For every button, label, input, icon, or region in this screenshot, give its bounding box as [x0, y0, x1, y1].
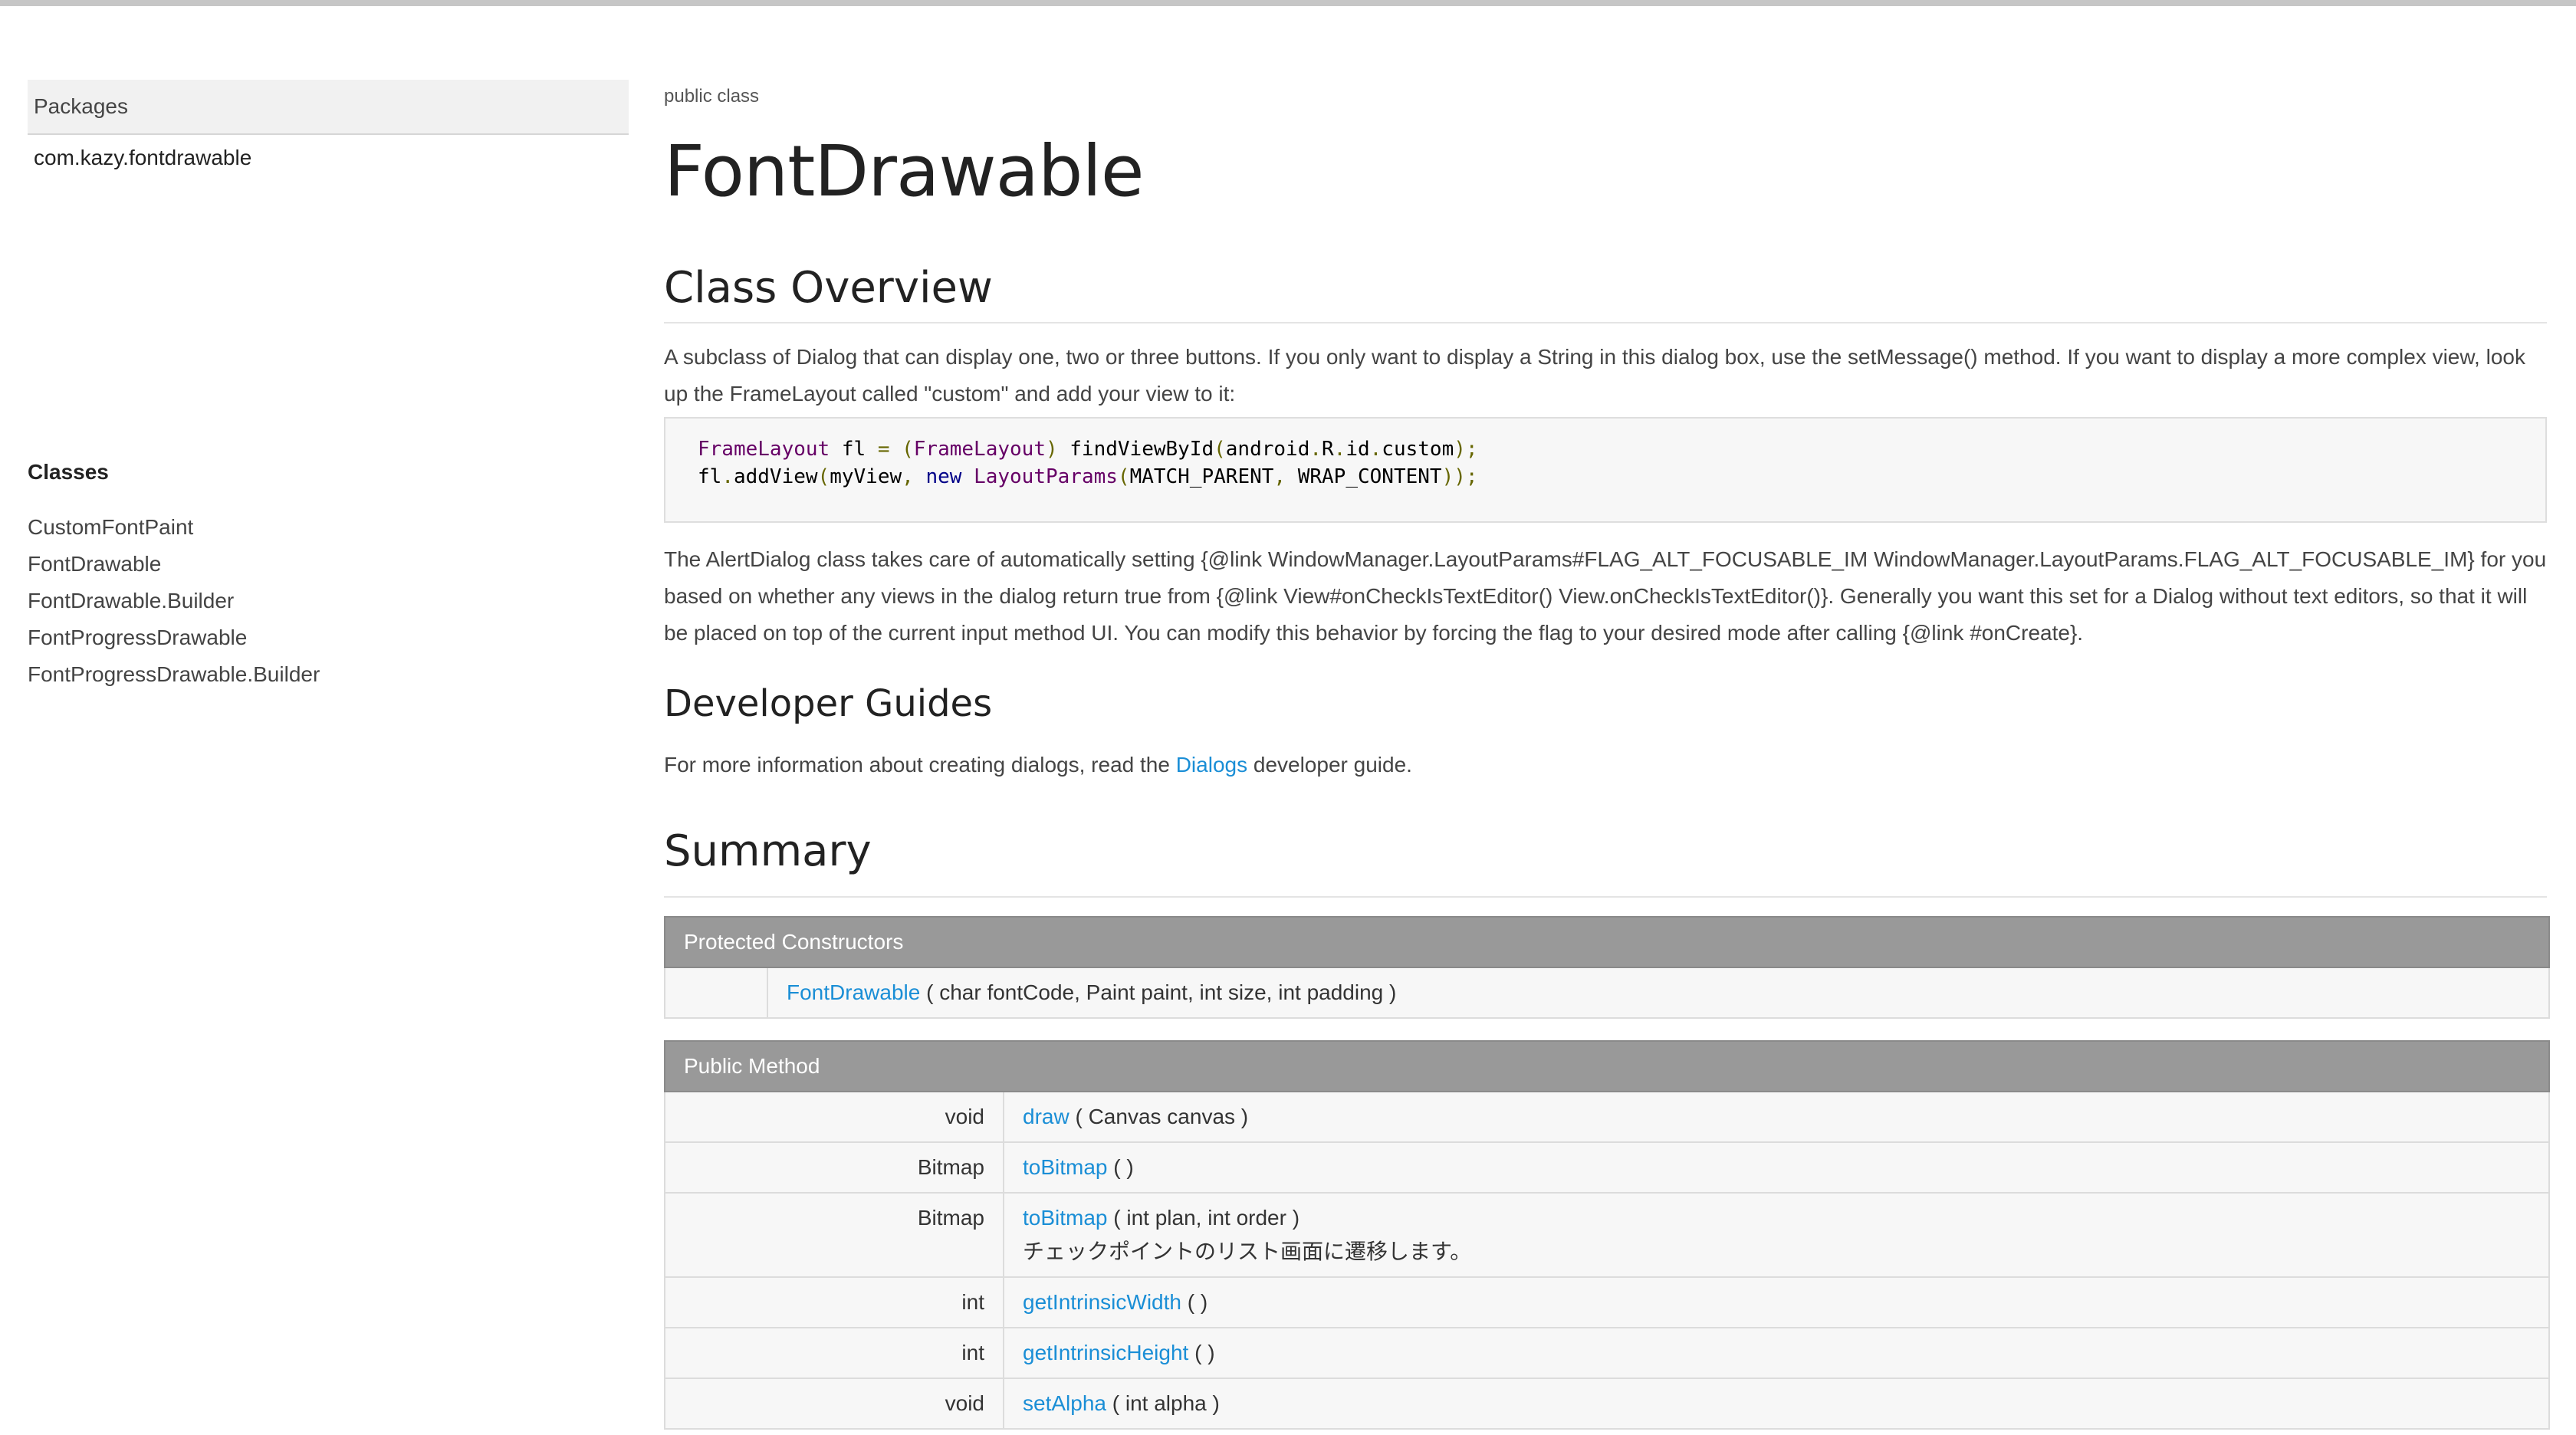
class-link-fontdrawable[interactable]: FontDrawable	[28, 546, 320, 583]
summary-heading: Summary	[664, 826, 2547, 898]
code-token: ));	[1441, 465, 1478, 488]
table-row: Bitmap toBitmap ( )	[664, 1141, 2550, 1194]
code-token: FrameLayout	[913, 438, 1046, 461]
class-link-fontdrawable-builder[interactable]: FontDrawable.Builder	[28, 583, 320, 619]
packages-header: Packages	[28, 80, 629, 135]
doc-page: Packages com.kazy.fontdrawable Classes C…	[0, 0, 2576, 1435]
class-list: CustomFontPaint FontDrawable FontDrawabl…	[28, 509, 320, 693]
sidebar: Packages com.kazy.fontdrawable	[28, 80, 629, 176]
method-link-setalpha[interactable]: setAlpha	[1023, 1391, 1106, 1415]
code-token: (	[1214, 438, 1226, 461]
public-methods-table: Public Method void draw ( Canvas canvas …	[664, 1040, 2550, 1430]
table-row: int getIntrinsicWidth ( )	[664, 1276, 2550, 1328]
class-link-fontprogressdrawable[interactable]: FontProgressDrawable	[28, 619, 320, 656]
code-token: R	[1322, 438, 1334, 461]
method-link-getintrinsicwidth[interactable]: getIntrinsicWidth	[1023, 1290, 1181, 1314]
package-link-com-kazy-fontdrawable[interactable]: com.kazy.fontdrawable	[28, 140, 629, 176]
public-methods-header: Public Method	[664, 1040, 2550, 1092]
code-example: FrameLayout fl = (FrameLayout) findViewB…	[664, 417, 2547, 523]
code-token: fl	[830, 438, 878, 461]
classes-title: Classes	[28, 460, 109, 484]
window-top-border	[0, 0, 2576, 6]
code-token: addView	[733, 465, 818, 488]
code-token: custom	[1382, 438, 1454, 461]
method-params: ( )	[1188, 1341, 1215, 1364]
code-token: fl	[698, 465, 722, 488]
code-token: MATCH_PARENT	[1129, 465, 1274, 488]
method-signature-cell: toBitmap ( )	[1003, 1141, 2550, 1194]
method-link-getintrinsicheight[interactable]: getIntrinsicHeight	[1023, 1341, 1188, 1364]
method-params: ( int plan, int order )	[1107, 1206, 1300, 1230]
method-signature-cell: getIntrinsicWidth ( )	[1003, 1276, 2550, 1328]
method-signature-cell: getIntrinsicHeight ( )	[1003, 1327, 2550, 1379]
constructor-modifier-cell	[664, 967, 768, 1019]
method-return-type: Bitmap	[664, 1192, 1004, 1278]
class-link-customfontpaint[interactable]: CustomFontPaint	[28, 509, 320, 546]
method-return-type: int	[664, 1327, 1004, 1379]
method-signature-cell: draw ( Canvas canvas )	[1003, 1091, 2550, 1143]
table-row: FontDrawable ( char fontCode, Paint pain…	[664, 967, 2550, 1019]
code-token: FrameLayout	[698, 438, 830, 461]
method-link-draw[interactable]: draw	[1023, 1105, 1070, 1128]
code-token: (	[1117, 465, 1130, 488]
developer-guides-heading: Developer Guides	[664, 682, 993, 725]
code-token: (	[817, 465, 830, 488]
method-params: ( )	[1107, 1155, 1134, 1179]
guides-paragraph: For more information about creating dial…	[664, 747, 2547, 783]
code-token: );	[1454, 438, 1478, 461]
table-row: void setAlpha ( int alpha )	[664, 1378, 2550, 1430]
method-signature-cell: setAlpha ( int alpha )	[1003, 1378, 2550, 1430]
method-return-type: void	[664, 1378, 1004, 1430]
guides-text-after: developer guide.	[1247, 753, 1412, 777]
method-return-type: void	[664, 1091, 1004, 1143]
class-overview-heading: Class Overview	[664, 263, 2547, 323]
constructor-params: ( char fontCode, Paint paint, int size, …	[920, 980, 1397, 1004]
method-link-tobitmap-plan-order[interactable]: toBitmap	[1023, 1206, 1108, 1230]
code-token: ,	[902, 465, 926, 488]
main-content: public class FontDrawable Class Overview…	[664, 74, 2550, 1430]
constructor-link-fontdrawable[interactable]: FontDrawable	[787, 980, 920, 1004]
dialogs-guide-link[interactable]: Dialogs	[1176, 753, 1247, 777]
method-return-type: int	[664, 1276, 1004, 1328]
class-link-fontprogressdrawable-builder[interactable]: FontProgressDrawable.Builder	[28, 656, 320, 693]
code-token: =	[877, 438, 890, 461]
code-token: (	[902, 438, 914, 461]
code-token: ,	[1273, 465, 1298, 488]
overview-paragraph: A subclass of Dialog that can display on…	[664, 345, 2525, 406]
code-token: .	[1309, 438, 1322, 461]
table-row: void draw ( Canvas canvas )	[664, 1091, 2550, 1143]
code-token: android	[1225, 438, 1310, 461]
guides-text-before: For more information about creating dial…	[664, 753, 1176, 777]
table-row: int getIntrinsicHeight ( )	[664, 1327, 2550, 1379]
method-return-type: Bitmap	[664, 1141, 1004, 1194]
protected-constructors-header: Protected Constructors	[664, 916, 2550, 968]
code-token: id	[1346, 438, 1370, 461]
method-params: ( Canvas canvas )	[1069, 1105, 1249, 1128]
method-link-tobitmap[interactable]: toBitmap	[1023, 1155, 1108, 1179]
protected-constructors-table: Protected Constructors FontDrawable ( ch…	[664, 916, 2550, 1019]
class-kind-label: public class	[664, 86, 760, 107]
code-line-1: FrameLayout fl = (FrameLayout) findViewB…	[698, 435, 2513, 463]
method-description: チェックポイントのリスト画面に遷移します。	[1023, 1240, 1472, 1263]
method-signature-cell: toBitmap ( int plan, int order ) チェックポイント…	[1003, 1192, 2550, 1278]
method-params: ( int alpha )	[1106, 1391, 1220, 1415]
constructor-signature-cell: FontDrawable ( char fontCode, Paint pain…	[767, 967, 2550, 1019]
code-line-2: fl.addView(myView, new LayoutParams(MATC…	[698, 463, 2513, 491]
class-title: FontDrawable	[664, 130, 1145, 212]
code-token: )	[1045, 438, 1058, 461]
code-token: new	[925, 465, 962, 488]
code-token: findViewById	[1057, 438, 1214, 461]
code-token: LayoutParams	[974, 465, 1118, 488]
code-token: myView	[830, 465, 902, 488]
code-token: .	[1369, 438, 1382, 461]
method-params: ( )	[1181, 1290, 1208, 1314]
alertdialog-paragraph: The AlertDialog class takes care of auto…	[664, 547, 2547, 645]
table-row: Bitmap toBitmap ( int plan, int order ) チ…	[664, 1192, 2550, 1278]
code-token: .	[1333, 438, 1346, 461]
code-token: .	[721, 465, 734, 488]
code-token: WRAP_CONTENT	[1297, 465, 1442, 488]
